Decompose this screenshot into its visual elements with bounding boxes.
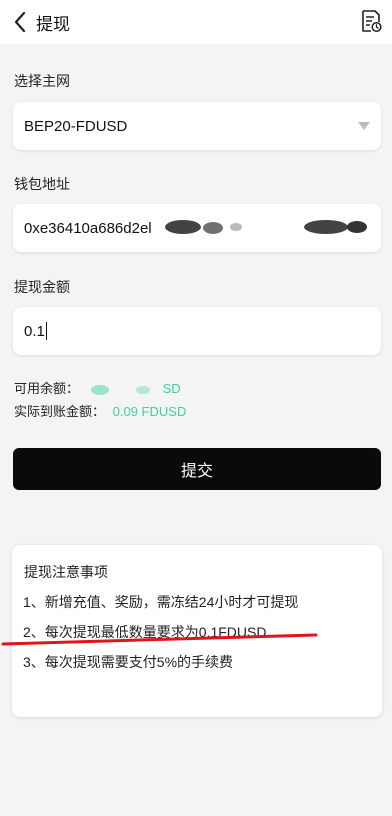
dropdown-triangle-icon: [358, 122, 370, 130]
wallet-address-input[interactable]: 0xe36410a686d2el: [13, 204, 381, 252]
redacted-address-blur: [165, 220, 367, 234]
back-button[interactable]: [6, 0, 34, 44]
network-label: 选择主网: [14, 73, 70, 89]
wallet-address-value: 0xe36410a686d2el: [24, 219, 152, 237]
withdraw-records-button[interactable]: [358, 8, 384, 34]
amount-value: 0.1: [24, 322, 45, 340]
chevron-left-icon: [14, 11, 26, 33]
amount-label: 提现金额: [14, 279, 70, 295]
note-item: 1、新增充值、奖励，需冻结24小时才可提现: [23, 594, 299, 610]
note-item: 3、每次提现需要支付5%的手续费: [23, 654, 234, 670]
records-icon: [362, 10, 382, 33]
text-cursor: [45, 322, 48, 340]
wallet-label: 钱包地址: [14, 176, 70, 192]
available-balance-label: 可用余额：: [14, 381, 80, 396]
network-select[interactable]: BEP20-FDUSD: [13, 102, 381, 150]
red-underline-annotation: [1, 633, 318, 646]
actual-amount-label: 实际到账金额：: [14, 404, 106, 419]
actual-amount-value: 0.09 FDUSD: [112, 404, 187, 419]
submit-button[interactable]: 提交: [13, 448, 381, 490]
available-balance-unit: SD: [162, 381, 181, 396]
redacted-balance-blur: [90, 384, 150, 395]
available-balance-row: 可用余额： SD: [14, 378, 181, 397]
notes-title: 提现注意事项: [24, 564, 108, 580]
actual-amount-row: 实际到账金额： 0.09 FDUSD: [14, 401, 186, 420]
network-value: BEP20-FDUSD: [24, 117, 128, 135]
page-title: 提现: [36, 14, 70, 34]
top-bar: 提现: [0, 0, 392, 44]
amount-input[interactable]: 0.1: [13, 307, 381, 355]
